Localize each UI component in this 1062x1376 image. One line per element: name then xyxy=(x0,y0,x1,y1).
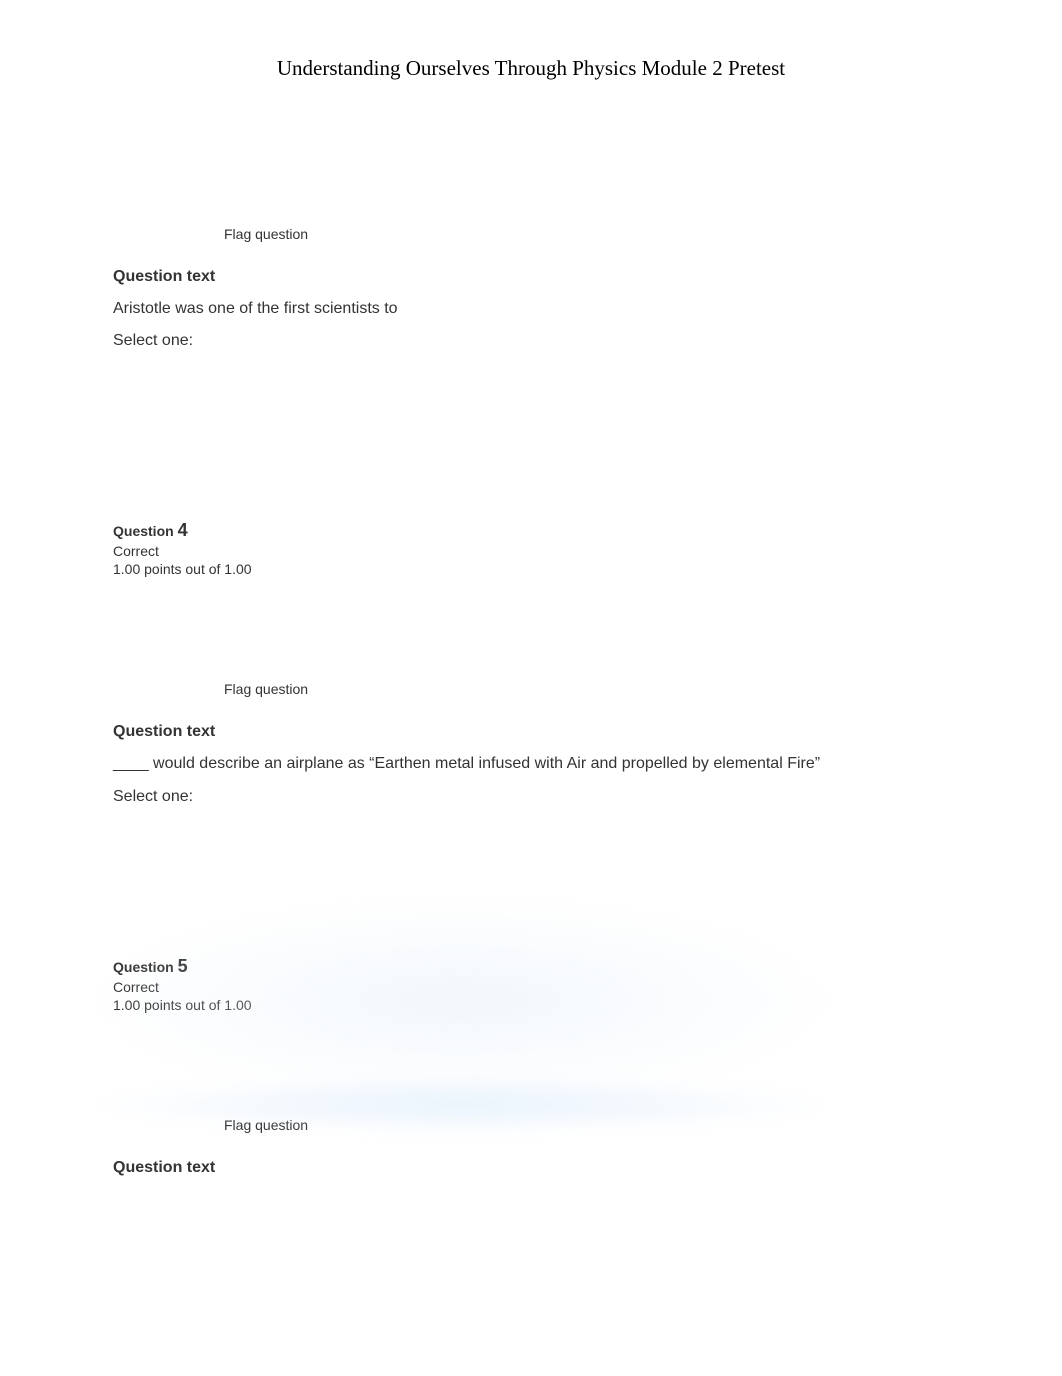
question-text-heading: Question text xyxy=(113,1159,949,1177)
question-4-header: Question 4 Correct 1.00 points out of 1.… xyxy=(113,520,949,577)
flag-question-link[interactable]: Flag question xyxy=(224,1117,949,1133)
question-points: 1.00 points out of 1.00 xyxy=(113,997,949,1013)
question-status: Correct xyxy=(113,543,949,559)
question-number: 4 xyxy=(178,520,188,540)
flag-question-link[interactable]: Flag question xyxy=(224,226,949,242)
question-prompt: Aristotle was one of the first scientist… xyxy=(113,298,949,320)
question-prompt: ____ would describe an airplane as “Eart… xyxy=(113,753,949,775)
question-number: 5 xyxy=(178,956,188,976)
content-area: Flag question Question text Aristotle wa… xyxy=(0,226,1062,1177)
flag-question-link[interactable]: Flag question xyxy=(224,681,949,697)
question-points: 1.00 points out of 1.00 xyxy=(113,561,949,577)
question-status: Correct xyxy=(113,979,949,995)
question-text-heading: Question text xyxy=(113,723,949,741)
question-text-heading: Question text xyxy=(113,268,949,286)
question-5-header: Question 5 Correct 1.00 points out of 1.… xyxy=(113,956,949,1013)
page-title: Understanding Ourselves Through Physics … xyxy=(0,0,1062,81)
select-one-label: Select one: xyxy=(113,332,949,350)
question-label-prefix: Question xyxy=(113,523,178,539)
question-label-prefix: Question xyxy=(113,959,178,975)
select-one-label: Select one: xyxy=(113,788,949,806)
